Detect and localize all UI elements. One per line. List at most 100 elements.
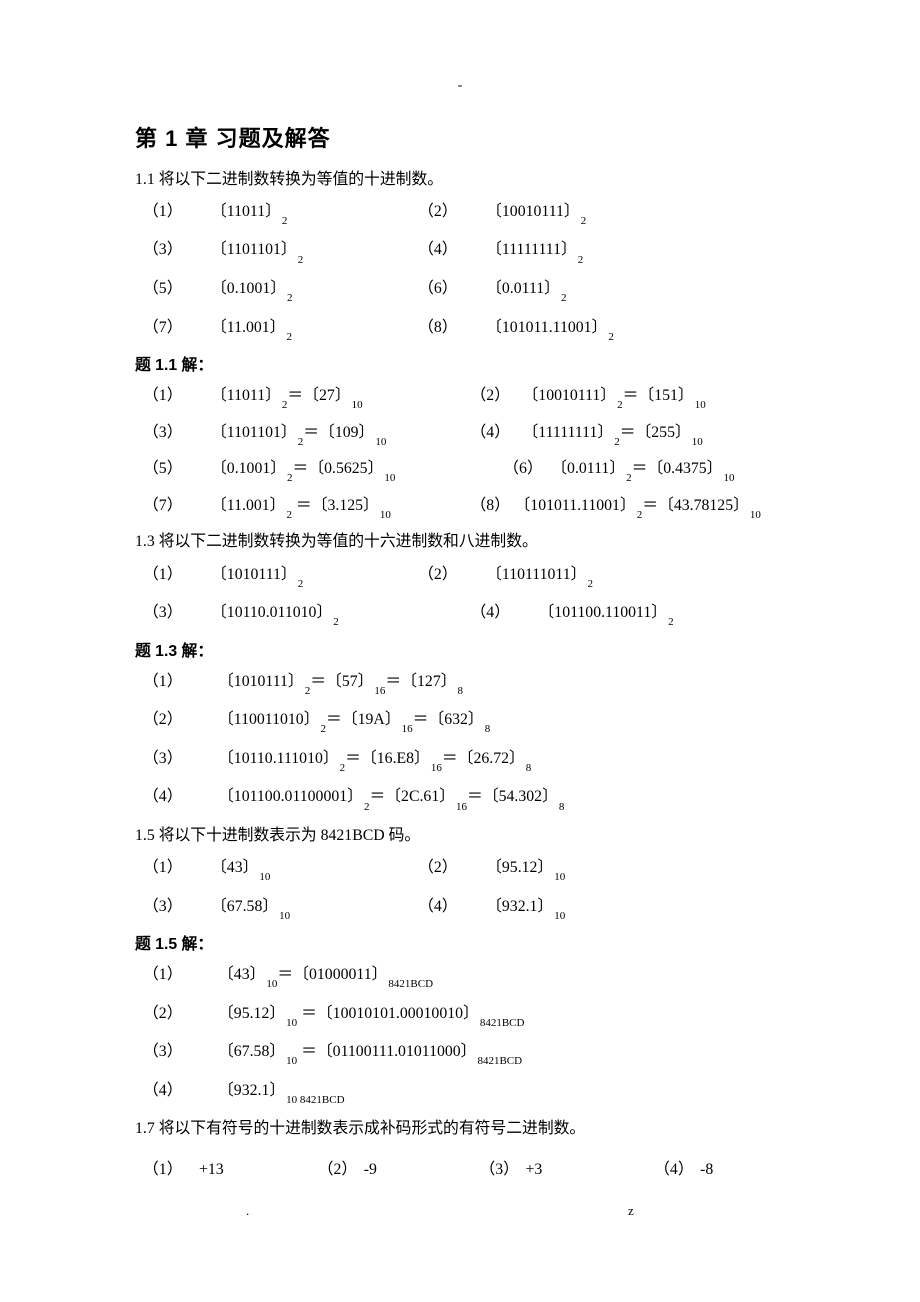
item-index: （4） bbox=[410, 239, 486, 261]
item-value: 〔1010111〕2 bbox=[211, 564, 303, 589]
item-index: （1） bbox=[135, 201, 211, 223]
item-index: （3） bbox=[479, 1159, 525, 1181]
item-value: 〔11011〕2 bbox=[211, 201, 287, 226]
chapter-title: 第 1 章 习题及解答 bbox=[135, 124, 790, 155]
sol-value: 〔10010111〕2＝〔151〕10 bbox=[523, 385, 706, 410]
footer-z: z bbox=[628, 1202, 634, 1220]
sol-value: 〔1101101〕2＝〔109〕10 bbox=[211, 422, 386, 447]
sol-index: （1） bbox=[143, 964, 218, 986]
item-index: （5） bbox=[135, 278, 211, 300]
sol-value: 〔11.001〕2 ＝〔3.125〕10 bbox=[211, 495, 391, 520]
item-index: （3） bbox=[135, 896, 211, 918]
sol-index: （4） bbox=[143, 1080, 218, 1102]
item-value: 〔11.001〕2 bbox=[211, 317, 292, 342]
sol-value: 〔11111111〕2＝〔255〕10 bbox=[523, 422, 703, 447]
s15-sol-2: （2）〔95.12〕10 ＝〔10010101.00010010〕8421BCD bbox=[135, 1003, 790, 1028]
sol-value: 〔11011〕2＝〔27〕10 bbox=[211, 385, 363, 410]
item-index: （2） bbox=[410, 857, 486, 879]
s15-sol-4: （4）〔932.1〕10 8421BCD bbox=[135, 1080, 790, 1105]
item-value: +3 bbox=[525, 1159, 542, 1181]
sol-index: （2） bbox=[143, 1003, 218, 1025]
page-body: 第 1 章 习题及解答 1.1 将以下二进制数转换为等值的十进制数。 （1）〔1… bbox=[0, 0, 920, 1181]
s15-sol-3: （3）〔67.58〕10 ＝〔01100111.01011000〕8421BCD bbox=[135, 1041, 790, 1066]
item-index: （2） bbox=[318, 1159, 364, 1181]
sol-value: 〔101011.11001〕2＝〔43.78125〕10 bbox=[515, 495, 761, 520]
s13-sol-2: （2）〔110011010〕2＝〔19A〕16＝〔632〕8 bbox=[135, 709, 790, 734]
s13-row-1: （1）〔1010111〕2 （2）〔110111011〕2 bbox=[135, 564, 790, 589]
section-1-5-title: 1.5 将以下十进制数表示为 8421BCD 码。 bbox=[135, 825, 790, 847]
item-value: 〔0.0111〕2 bbox=[486, 278, 566, 303]
sol-index: （1） bbox=[143, 671, 218, 693]
sol-value: 〔10110.111010〕2＝〔16.E8〕16＝〔26.72〕8 bbox=[218, 748, 531, 773]
s11-row-1: （1）〔11011〕2 （2）〔10010111〕2 bbox=[135, 201, 790, 226]
sol-value: 〔0.0111〕2＝〔0.4375〕10 bbox=[551, 458, 734, 483]
sol-index: （4） bbox=[143, 786, 218, 808]
item-index: （4） bbox=[463, 602, 539, 624]
s11-row-3: （5）〔0.1001〕2 （6）〔0.0111〕2 bbox=[135, 278, 790, 303]
section-1-7-title: 1.7 将以下有符号的十进制数表示成补码形式的有符号二进制数。 bbox=[135, 1118, 790, 1140]
item-value: -9 bbox=[364, 1159, 377, 1181]
s13-sol-3: （3）〔10110.111010〕2＝〔16.E8〕16＝〔26.72〕8 bbox=[135, 748, 790, 773]
sol-index: （2） bbox=[143, 709, 218, 731]
section-1-3-sol-title: 题 1.3 解： bbox=[135, 641, 790, 663]
item-index: （6） bbox=[410, 278, 486, 300]
item-index: （3） bbox=[135, 239, 211, 261]
sol-value: 〔43〕10＝〔01000011〕8421BCD bbox=[218, 964, 433, 989]
header-dash: - bbox=[0, 76, 920, 96]
s11-sol-row-3: （5）〔0.1001〕2＝〔0.5625〕10 （6）〔0.0111〕2＝〔0.… bbox=[135, 458, 790, 483]
item-index: （2） bbox=[410, 564, 486, 586]
item-index: （2） bbox=[410, 201, 486, 223]
sol-value: 〔67.58〕10 ＝〔01100111.01011000〕8421BCD bbox=[218, 1041, 522, 1066]
item-value: 〔10110.011010〕2 bbox=[211, 602, 339, 627]
sol-index: （5） bbox=[135, 458, 211, 480]
item-value: 〔10010111〕2 bbox=[486, 201, 586, 226]
item-index: （1） bbox=[135, 564, 211, 586]
item-index: （7） bbox=[135, 317, 211, 339]
item-value: 〔67.58〕10 bbox=[211, 896, 290, 921]
sol-value: 〔932.1〕10 8421BCD bbox=[218, 1080, 345, 1105]
item-value: 〔11111111〕2 bbox=[486, 239, 583, 264]
s15-row-2: （3）〔67.58〕10 （4）〔932.1〕10 bbox=[135, 896, 790, 921]
sol-index: （8） bbox=[463, 495, 515, 517]
s13-sol-1: （1）〔1010111〕2＝〔57〕16＝〔127〕8 bbox=[135, 671, 790, 696]
item-index: （1） bbox=[135, 857, 211, 879]
s17-row: （1）+13 （2）-9 （3）+3 （4）-8 bbox=[135, 1159, 790, 1181]
item-index: （4） bbox=[654, 1159, 700, 1181]
section-1-5-sol-title: 题 1.5 解： bbox=[135, 934, 790, 956]
item-value: 〔932.1〕10 bbox=[486, 896, 565, 921]
sol-value: 〔95.12〕10 ＝〔10010101.00010010〕8421BCD bbox=[218, 1003, 524, 1028]
section-1-1-title: 1.1 将以下二进制数转换为等值的十进制数。 bbox=[135, 169, 790, 191]
sol-index: （4） bbox=[463, 422, 523, 444]
footer-dot: . bbox=[246, 1202, 249, 1220]
s15-row-1: （1）〔43〕10 （2）〔95.12〕10 bbox=[135, 857, 790, 882]
sol-index: （3） bbox=[143, 748, 218, 770]
sol-index: （7） bbox=[135, 495, 211, 517]
sol-index: （3） bbox=[143, 1041, 218, 1063]
s11-sol-row-1: （1）〔11011〕2＝〔27〕10 （2）〔10010111〕2＝〔151〕1… bbox=[135, 385, 790, 410]
item-value: 〔101011.11001〕2 bbox=[486, 317, 614, 342]
item-value: +13 bbox=[199, 1159, 224, 1181]
s15-sol-1: （1）〔43〕10＝〔01000011〕8421BCD bbox=[135, 964, 790, 989]
s11-row-4: （7）〔11.001〕2 （8）〔101011.11001〕2 bbox=[135, 317, 790, 342]
item-index: （4） bbox=[410, 896, 486, 918]
section-1-3-title: 1.3 将以下二进制数转换为等值的十六进制数和八进制数。 bbox=[135, 531, 790, 553]
item-index: （3） bbox=[135, 602, 211, 624]
item-value: 〔110111011〕2 bbox=[486, 564, 593, 589]
s13-row-2: （3）〔10110.011010〕2 （4）〔101100.110011〕2 bbox=[135, 602, 790, 627]
item-index: （1） bbox=[143, 1159, 199, 1181]
sol-value: 〔101100.01100001〕2＝〔2C.61〕16＝〔54.302〕8 bbox=[218, 786, 564, 811]
s11-sol-row-4: （7）〔11.001〕2 ＝〔3.125〕10 （8）〔101011.11001… bbox=[135, 495, 790, 520]
sol-index: （2） bbox=[463, 385, 523, 407]
s11-row-2: （3）〔1101101〕2 （4）〔11111111〕2 bbox=[135, 239, 790, 264]
item-value: -8 bbox=[700, 1159, 713, 1181]
item-index: （8） bbox=[410, 317, 486, 339]
section-1-1-sol-title: 题 1.1 解： bbox=[135, 355, 790, 377]
item-value: 〔0.1001〕2 bbox=[211, 278, 293, 303]
sol-index: （6） bbox=[495, 458, 551, 480]
sol-value: 〔0.1001〕2＝〔0.5625〕10 bbox=[211, 458, 395, 483]
item-value: 〔95.12〕10 bbox=[486, 857, 565, 882]
item-value: 〔43〕10 bbox=[211, 857, 270, 882]
s13-sol-4: （4）〔101100.01100001〕2＝〔2C.61〕16＝〔54.302〕… bbox=[135, 786, 790, 811]
item-value: 〔101100.110011〕2 bbox=[539, 602, 674, 627]
sol-index: （3） bbox=[135, 422, 211, 444]
